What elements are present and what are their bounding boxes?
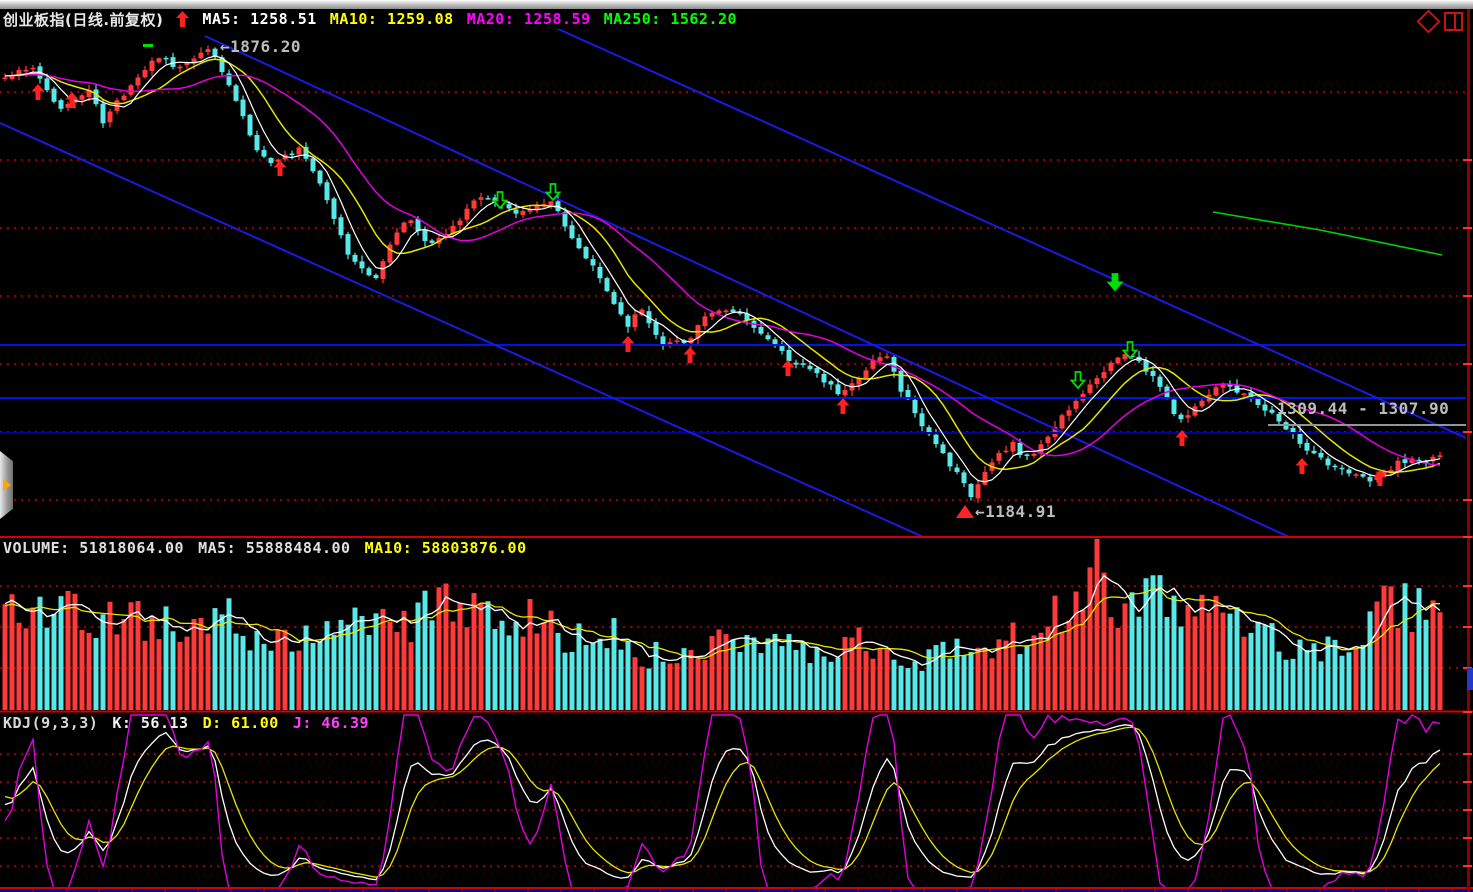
diamond-tool-icon[interactable] — [1416, 9, 1440, 33]
volume-ma5-readout: MA5: 55888484.00 — [198, 539, 351, 557]
kdj-panel[interactable] — [0, 713, 1466, 888]
stock-chart-window: { "main_chart": { "title": "创业板指(日线.前复权)… — [0, 0, 1473, 892]
window-top-strip — [0, 0, 1473, 9]
kdj-title: KDJ(9,3,3) — [3, 714, 98, 732]
ma20-readout: MA20: 1258.59 — [467, 10, 591, 28]
ma5-readout: MA5: 1258.51 — [202, 10, 316, 28]
d-readout: D: 61.00 — [203, 714, 279, 732]
symbol-title: 创业板指(日线.前复权) — [3, 9, 163, 30]
expand-arrow-icon — [3, 479, 11, 491]
j-readout: J: 46.39 — [293, 714, 369, 732]
scroll-indicator[interactable] — [1467, 668, 1473, 690]
main-chart-panel[interactable] — [0, 28, 1466, 537]
up-arrow-icon — [176, 11, 189, 27]
split-window-icon[interactable] — [1444, 12, 1463, 31]
ma10-readout: MA10: 1259.08 — [330, 10, 454, 28]
volume-readout: VOLUME: 51818064.00 — [3, 539, 184, 557]
main-chart-header: 创业板指(日线.前复权) MA5: 1258.51 MA10: 1259.08 … — [3, 10, 737, 28]
range-underline — [1268, 424, 1466, 426]
ma250-readout: MA250: 1562.20 — [604, 10, 737, 28]
volume-header: VOLUME: 51818064.00 MA5: 55888484.00 MA1… — [3, 539, 527, 557]
peak-price-label: ←1876.20 — [220, 37, 301, 56]
kdj-header: KDJ(9,3,3) K: 56.13 D: 61.00 J: 46.39 — [3, 714, 369, 732]
volume-ma10-readout: MA10: 58803876.00 — [365, 539, 527, 557]
low-marker-icon — [956, 505, 974, 518]
range-price-label: 1309.44 - 1307.90 — [1277, 399, 1449, 418]
volume-panel[interactable] — [0, 538, 1466, 711]
low-price-label: ←1184.91 — [956, 502, 1056, 521]
sidebar-collapse-handle[interactable] — [0, 451, 13, 519]
k-readout: K: 56.13 — [112, 714, 188, 732]
header-tools — [1420, 12, 1463, 31]
